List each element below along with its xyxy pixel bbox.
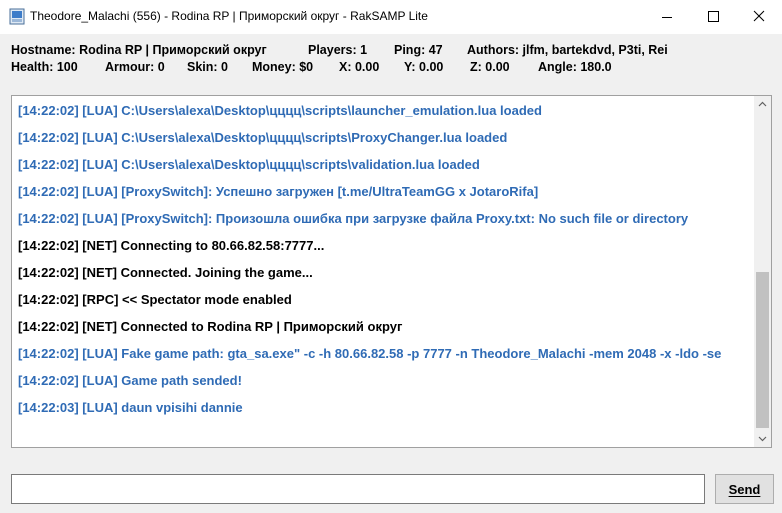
scroll-up-button[interactable] [754, 96, 771, 113]
money-label: Money: $0 [252, 60, 314, 74]
log-line: [14:22:02] [LUA] C:\Users\alexa\Desktop\… [18, 130, 508, 145]
log-line: [14:22:02] [NET] Connected to Rodina RP … [18, 319, 403, 334]
log-scrollbar[interactable] [754, 96, 771, 447]
authors-label: Authors: jlfm, bartekdvd, P3ti, Rei [467, 43, 668, 57]
chevron-down-icon [758, 436, 767, 442]
hostname-label: Hostname: Rodina RP | Приморский округ [11, 43, 267, 57]
maximize-button[interactable] [690, 0, 736, 34]
y-coordinate-label: Y: 0.00 [404, 60, 444, 74]
minimize-button[interactable] [644, 0, 690, 34]
scroll-down-button[interactable] [754, 430, 771, 447]
ping-label: Ping: 47 [394, 43, 443, 57]
angle-label: Angle: 180.0 [538, 60, 612, 74]
x-coordinate-label: X: 0.00 [339, 60, 380, 74]
armour-label: Armour: 0 [105, 60, 165, 74]
send-button[interactable]: Send [715, 474, 774, 504]
log-line: [14:22:02] [NET] Connected. Joining the … [18, 265, 313, 280]
log-line: [14:22:02] [LUA] C:\Users\alexa\Desktop\… [18, 157, 480, 172]
skin-label: Skin: 0 [187, 60, 228, 74]
chat-log[interactable]: [14:22:02] [LUA] C:\Users\alexa\Desktop\… [11, 95, 772, 448]
close-icon [753, 10, 765, 22]
chevron-up-icon [758, 101, 767, 107]
health-label: Health: 100 [11, 60, 78, 74]
window-title: Theodore_Malachi (556) - Rodina RP | При… [30, 9, 428, 23]
app-icon[interactable] [9, 8, 25, 25]
log-line: [14:22:02] [LUA] [ProxySwitch]: Успешно … [18, 184, 539, 199]
log-line: [14:22:03] [LUA] daun vpisihi dannie [18, 400, 243, 415]
scrollbar-thumb[interactable] [756, 272, 769, 428]
command-input[interactable] [11, 474, 705, 504]
title-bar: Theodore_Malachi (556) - Rodina RP | При… [0, 0, 782, 34]
status-info-panel: Hostname: Rodina RP | Приморский округ P… [0, 34, 782, 90]
z-coordinate-label: Z: 0.00 [470, 60, 510, 74]
log-line: [14:22:02] [LUA] Fake game path: gta_sa.… [18, 346, 722, 361]
log-line: [14:22:02] [LUA] Game path sended! [18, 373, 242, 388]
log-line: [14:22:02] [NET] Connecting to 80.66.82.… [18, 238, 325, 253]
minimize-icon [662, 17, 672, 18]
log-line: [14:22:02] [RPC] << Spectator mode enabl… [18, 292, 292, 307]
log-line: [14:22:02] [LUA] C:\Users\alexa\Desktop\… [18, 103, 542, 118]
log-line: [14:22:02] [LUA] [ProxySwitch]: Произошл… [18, 211, 689, 226]
players-label: Players: 1 [308, 43, 368, 57]
close-button[interactable] [736, 0, 782, 34]
maximize-icon [708, 11, 719, 22]
